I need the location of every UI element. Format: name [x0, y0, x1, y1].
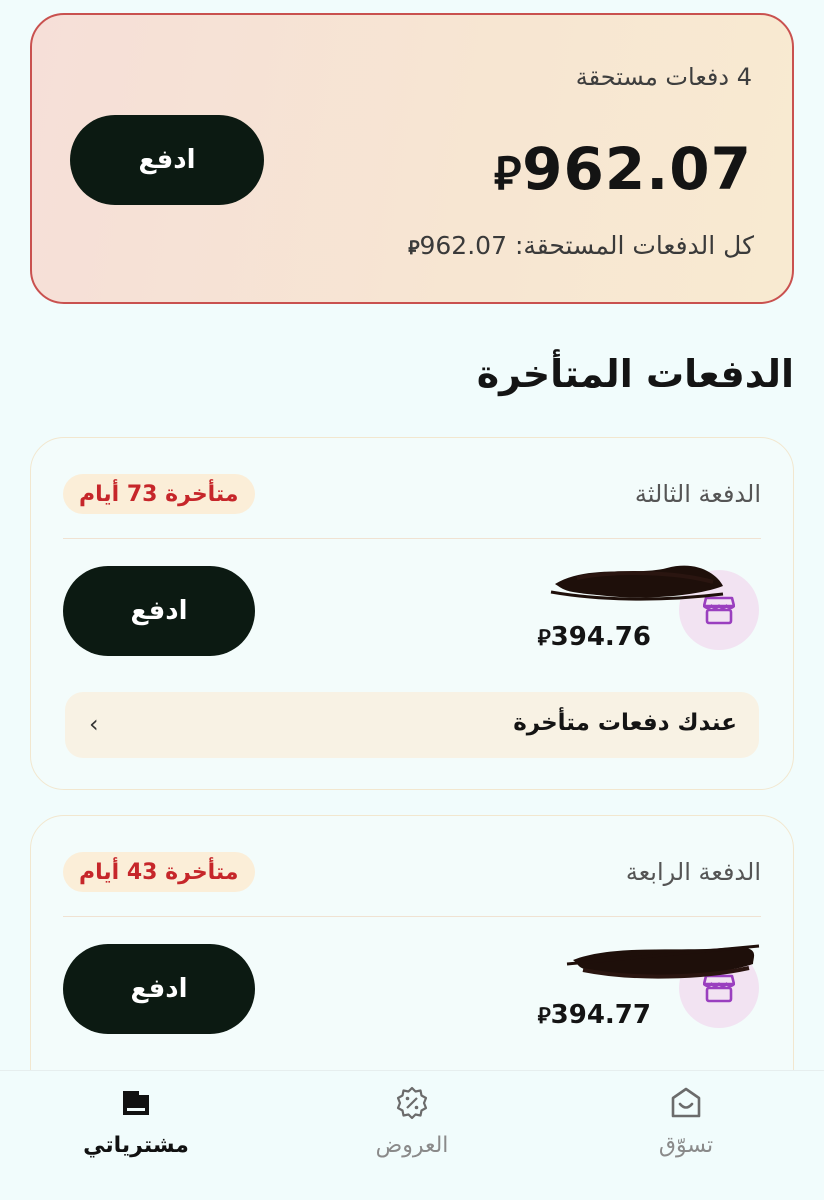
- installment-amount: 394.77⃁: [532, 1000, 651, 1030]
- redaction-scribble: [550, 565, 724, 601]
- pay-all-button[interactable]: ادفع: [70, 115, 264, 205]
- overdue-badge: متأخرة 73 أيام: [63, 474, 255, 514]
- offers-percent-icon: [392, 1083, 432, 1123]
- purchases-book-icon: [116, 1083, 156, 1123]
- card-divider: [63, 916, 761, 917]
- due-count-label: 4 دفعات مستحقة: [575, 63, 752, 91]
- riyal-symbol-icon: ⃁: [408, 237, 420, 259]
- total-due-value: 962.07: [419, 231, 507, 260]
- nav-item-purchases[interactable]: مشترياتي: [56, 1083, 216, 1158]
- due-summary-card: 4 دفعات مستحقة 962.07⃁ كل الدفعات المستح…: [30, 13, 794, 304]
- card-divider: [63, 538, 761, 539]
- overdue-section-title: الدفعات المتأخرة: [476, 352, 794, 396]
- riyal-symbol-icon: ⃁: [537, 1004, 551, 1029]
- bottom-nav: تسوّق العروض مشترياتي: [0, 1070, 824, 1200]
- nav-label-shop: تسوّق: [658, 1133, 714, 1158]
- total-due-label: كل الدفعات المستحقة:: [514, 231, 754, 260]
- due-amount-value: 962.07: [522, 135, 752, 203]
- due-amount: 962.07⃁: [478, 135, 752, 203]
- riyal-symbol-icon: ⃁: [537, 626, 551, 651]
- overdue-notice-row[interactable]: عندك دفعات متأخرة ‹: [65, 692, 759, 758]
- chevron-left-icon: ‹: [89, 710, 99, 738]
- nav-label-offers: العروض: [375, 1133, 449, 1158]
- total-due-line: كل الدفعات المستحقة: 962.07⃁: [406, 231, 754, 260]
- installment-amount: 394.76⃁: [532, 622, 651, 652]
- installment-amount-value: 394.77: [550, 1000, 651, 1030]
- installment-label: الدفعة الرابعة: [625, 858, 761, 886]
- installment-amount-value: 394.76: [550, 622, 651, 652]
- pay-installment-button[interactable]: ادفع: [63, 566, 255, 656]
- nav-item-shop[interactable]: تسوّق: [606, 1083, 766, 1158]
- riyal-symbol-icon: ⃁: [493, 146, 523, 200]
- shop-bag-icon: [666, 1083, 706, 1123]
- installment-card: الدفعة الثالثة متأخرة 73 أيام 394.76⃁ اد…: [30, 437, 794, 790]
- nav-item-offers[interactable]: العروض: [332, 1083, 492, 1158]
- nav-label-purchases: مشترياتي: [83, 1133, 189, 1158]
- installment-label: الدفعة الثالثة: [634, 480, 761, 508]
- redaction-scribble: [566, 944, 760, 979]
- overdue-notice-label: عندك دفعات متأخرة: [513, 710, 737, 736]
- pay-installment-button[interactable]: ادفع: [63, 944, 255, 1034]
- overdue-badge: متأخرة 43 أيام: [63, 852, 255, 892]
